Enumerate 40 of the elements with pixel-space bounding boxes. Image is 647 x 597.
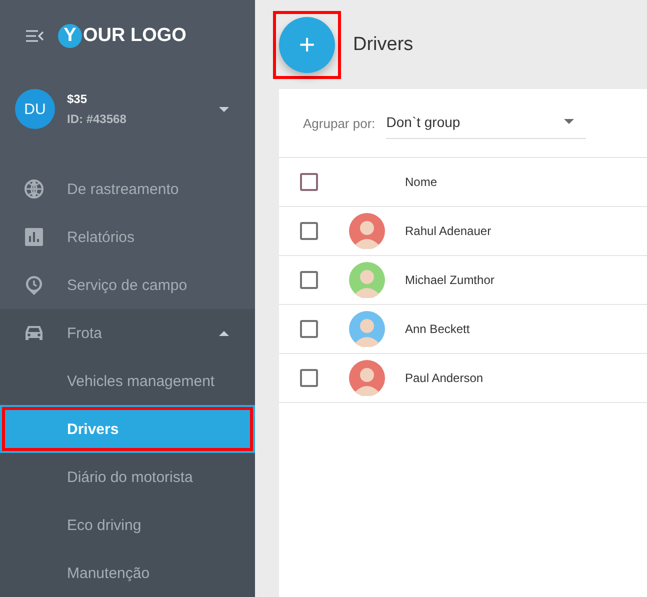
table-cell: Paul Anderson	[405, 371, 484, 385]
nav-subitem[interactable]: Manutenção	[0, 549, 255, 597]
nav-item[interactable]: De rastreamento	[0, 165, 255, 213]
logo-badge: Y	[58, 24, 82, 48]
clock-pin-icon	[24, 275, 44, 295]
caret-icon[interactable]	[219, 330, 229, 336]
row-checkbox[interactable]	[300, 369, 318, 387]
user-balance: $35	[67, 92, 88, 106]
group-by-dropdown[interactable]: Don`t group	[386, 108, 586, 138]
table-cell: Rahul Adenauer	[405, 224, 492, 238]
logo-text: OUR LOGO	[83, 25, 186, 48]
group-by-label: Agrupar por:	[303, 116, 376, 130]
page-title: Drivers	[353, 34, 414, 56]
caret-icon[interactable]	[219, 106, 229, 112]
car-icon	[24, 323, 44, 343]
nav-label: Relatórios	[67, 228, 136, 246]
nav-subitem[interactable]: Drivers	[0, 405, 255, 453]
globe-icon	[24, 179, 44, 199]
nav-item[interactable]: Relatórios	[0, 213, 255, 261]
caret-icon	[564, 119, 574, 124]
user-avatar: DU	[15, 89, 55, 130]
nav-label: Frota	[67, 324, 104, 342]
nav-subitem[interactable]: Vehicles management	[0, 357, 255, 405]
bar-chart-icon	[24, 227, 44, 247]
row-checkbox[interactable]	[300, 320, 318, 338]
column-header[interactable]: Nome	[405, 175, 438, 189]
user-id: ID: #43568	[67, 112, 128, 126]
nav-subitem[interactable]: Eco driving	[0, 501, 255, 549]
nav-label: Serviço de campo	[67, 276, 188, 294]
menu-collapse-icon[interactable]	[26, 30, 44, 42]
nav-label: De rastreamento	[67, 180, 180, 198]
row-checkbox[interactable]	[300, 222, 318, 240]
nav-subitem[interactable]: Diário do motorista	[0, 453, 255, 501]
select-all-checkbox[interactable]	[300, 173, 318, 191]
nav-item[interactable]: Frota	[0, 309, 255, 357]
table-cell: Ann Beckett	[405, 322, 470, 336]
add-button[interactable]: +	[279, 17, 335, 73]
nav-item[interactable]: Serviço de campo	[0, 261, 255, 309]
row-checkbox[interactable]	[300, 271, 318, 289]
table-cell: Michael Zumthor	[405, 273, 494, 287]
